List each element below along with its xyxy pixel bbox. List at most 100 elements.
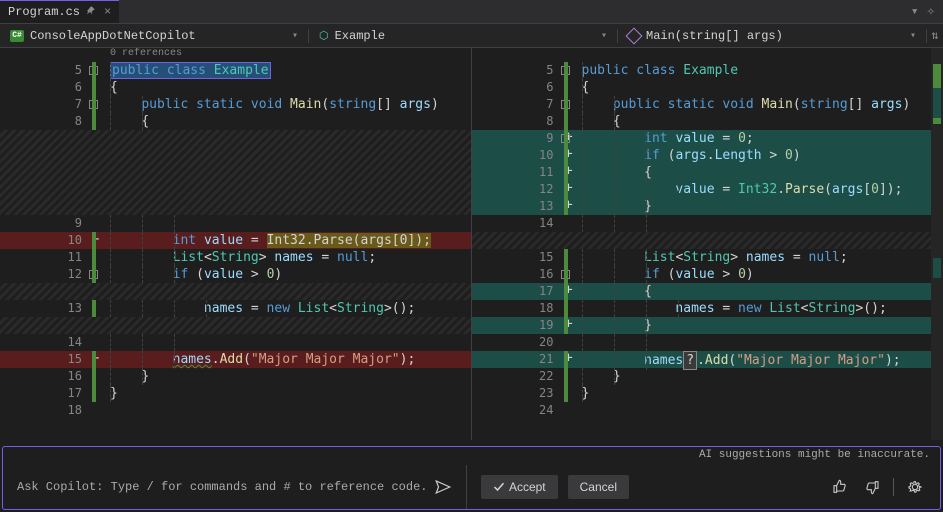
thumbs-up-icon[interactable]	[829, 476, 851, 498]
nav-method[interactable]: Main(string[] args) ▾	[618, 29, 927, 43]
code-line[interactable]	[0, 198, 471, 215]
code-line[interactable]: 23}	[472, 385, 943, 402]
code-content[interactable]	[104, 215, 471, 232]
dropdown-icon[interactable]: ▾	[911, 4, 919, 19]
code-line[interactable]: 11+ {	[472, 164, 943, 181]
code-content[interactable]: public static void Main(string[] args)	[104, 96, 471, 113]
code-content[interactable]: names = new List<String>();	[576, 300, 943, 317]
code-line[interactable]	[0, 181, 471, 198]
code-line[interactable]: 16- if (value > 0)	[472, 266, 943, 283]
code-content[interactable]: {	[576, 113, 943, 130]
code-line[interactable]: 20	[472, 334, 943, 351]
code-content[interactable]: {	[576, 79, 943, 96]
code-line[interactable]: 13 names = new List<String>();	[0, 300, 471, 317]
code-line[interactable]	[0, 317, 471, 334]
cancel-button[interactable]: Cancel	[568, 475, 629, 499]
code-content[interactable]	[104, 334, 471, 351]
code-content[interactable]	[576, 215, 943, 232]
change-indicator	[92, 300, 96, 317]
code-line[interactable]: 10- int value = Int32.Parse(args[0]);	[0, 232, 471, 249]
code-line[interactable]: 5-public class Example	[472, 62, 943, 79]
code-content[interactable]: public class Example	[104, 62, 471, 79]
code-content[interactable]: {	[576, 164, 943, 181]
code-line[interactable]: 8 {	[0, 113, 471, 130]
add-tab-icon[interactable]: ✧	[927, 3, 935, 20]
code-content[interactable]: }	[576, 317, 943, 334]
code-line[interactable]	[472, 232, 943, 249]
code-line[interactable]: 18 names = new List<String>();	[472, 300, 943, 317]
close-icon[interactable]: ×	[104, 5, 111, 19]
code-content[interactable]: int value = 0;	[576, 130, 943, 147]
code-line[interactable]: 12- if (value > 0)	[0, 266, 471, 283]
code-line[interactable]: 15- names.Add("Major Major Major");	[0, 351, 471, 368]
code-line[interactable]: 18	[0, 402, 471, 419]
code-content[interactable]: if (value > 0)	[576, 266, 943, 283]
gutter: 14	[0, 334, 90, 351]
code-content[interactable]: if (value > 0)	[104, 266, 471, 283]
code-content[interactable]: }	[576, 368, 943, 385]
code-content[interactable]: }	[104, 385, 471, 402]
code-content[interactable]: public class Example	[576, 62, 943, 79]
send-icon[interactable]	[434, 478, 452, 496]
code-line[interactable]: 6{	[472, 79, 943, 96]
code-line[interactable]: 8 {	[472, 113, 943, 130]
code-line[interactable]: 16 }	[0, 368, 471, 385]
line-number: 8	[58, 113, 82, 130]
code-line[interactable]: 19+ }	[472, 317, 943, 334]
diff-pane-original[interactable]: 0 references 5-public class Example6{7- …	[0, 48, 472, 440]
change-indicator	[564, 266, 568, 283]
code-content[interactable]: {	[104, 79, 471, 96]
code-content[interactable]: {	[104, 113, 471, 130]
code-content[interactable]: List<String> names = null;	[576, 249, 943, 266]
code-content[interactable]: if (args.Length > 0)	[576, 147, 943, 164]
code-content[interactable]	[576, 334, 943, 351]
tab-title: Program.cs	[8, 5, 80, 19]
code-line[interactable]	[0, 147, 471, 164]
code-line[interactable]	[0, 283, 471, 300]
code-line[interactable]: 21+ names?.Add("Major Major Major");	[472, 351, 943, 368]
code-line[interactable]	[0, 164, 471, 181]
code-content[interactable]: value = Int32.Parse(args[0]);	[576, 181, 943, 198]
code-content[interactable]: }	[104, 368, 471, 385]
code-line[interactable]: 7- public static void Main(string[] args…	[472, 96, 943, 113]
tab-program-cs[interactable]: Program.cs ×	[0, 0, 119, 23]
code-line[interactable]: 9-+ int value = 0;	[472, 130, 943, 147]
code-content[interactable]: names = new List<String>();	[104, 300, 471, 317]
code-line[interactable]: 14	[472, 215, 943, 232]
overview-ruler[interactable]	[931, 48, 943, 440]
code-line[interactable]	[0, 130, 471, 147]
accept-button[interactable]: Accept	[481, 475, 558, 499]
code-line[interactable]: 6{	[0, 79, 471, 96]
code-content[interactable]: }	[576, 198, 943, 215]
code-line[interactable]: 13+ }	[472, 198, 943, 215]
gear-icon[interactable]	[904, 476, 926, 498]
nav-scope[interactable]: ⬡ Example ▾	[309, 29, 618, 43]
code-line[interactable]: 22 }	[472, 368, 943, 385]
pin-icon[interactable]	[86, 5, 96, 19]
code-line[interactable]: 14	[0, 334, 471, 351]
code-line[interactable]: 7- public static void Main(string[] args…	[0, 96, 471, 113]
code-content[interactable]: {	[576, 283, 943, 300]
diff-pane-modified[interactable]: 5-public class Example6{7- public static…	[472, 48, 943, 440]
gutter: 18	[472, 300, 562, 317]
code-line[interactable]: 10+ if (args.Length > 0)	[472, 147, 943, 164]
thumbs-down-icon[interactable]	[861, 476, 883, 498]
code-content[interactable]: }	[576, 385, 943, 402]
code-content[interactable]: int value = Int32.Parse(args[0]);	[104, 232, 471, 249]
code-line[interactable]: 24	[472, 402, 943, 419]
code-line[interactable]: 17+ {	[472, 283, 943, 300]
copilot-input[interactable]: Ask Copilot: Type / for commands and # t…	[3, 465, 467, 509]
code-lens[interactable]: 0 references	[110, 48, 182, 62]
gutter: 12	[472, 181, 562, 198]
code-content[interactable]: public static void Main(string[] args)	[576, 96, 943, 113]
code-content[interactable]: List<String> names = null;	[104, 249, 471, 266]
code-line[interactable]: 9	[0, 215, 471, 232]
nav-project[interactable]: C# ConsoleAppDotNetCopilot ▾	[0, 29, 309, 43]
split-icon[interactable]: ⇅	[927, 28, 943, 43]
code-line[interactable]: 12+ value = Int32.Parse(args[0]);	[472, 181, 943, 198]
code-line[interactable]: 15 List<String> names = null;	[472, 249, 943, 266]
code-content[interactable]: names.Add("Major Major Major");	[104, 351, 471, 368]
code-line[interactable]: 11 List<String> names = null;	[0, 249, 471, 266]
code-line[interactable]: 5-public class Example	[0, 62, 471, 79]
code-line[interactable]: 17}	[0, 385, 471, 402]
